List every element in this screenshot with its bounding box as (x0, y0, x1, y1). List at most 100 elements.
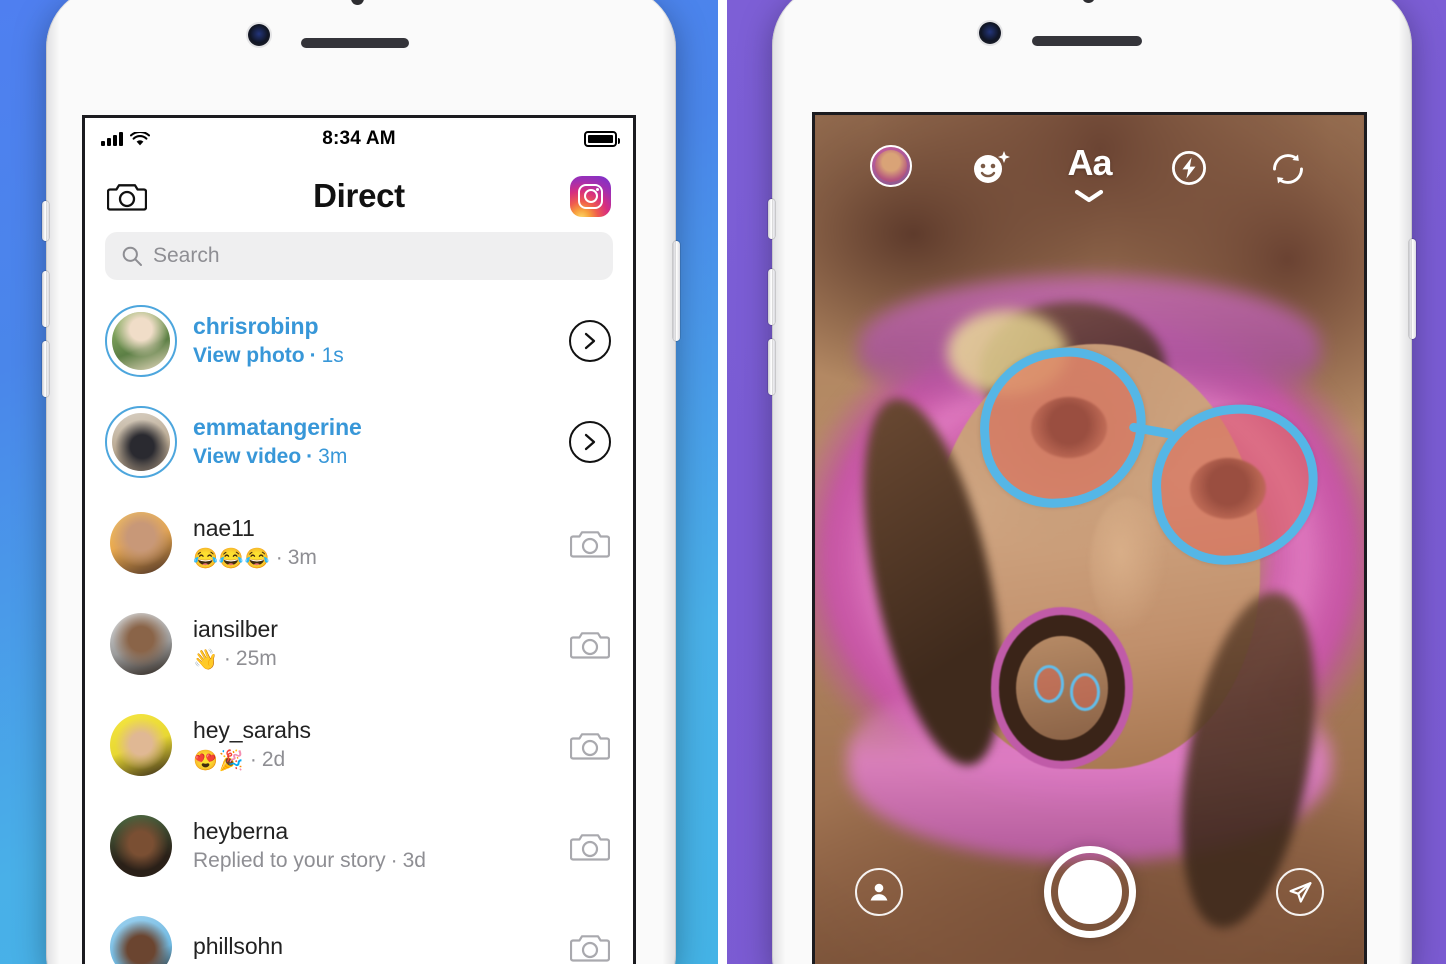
thread-timestamp: 25m (235, 647, 277, 670)
thread-list: chrisrobinp View photo · 1s emmatangerine Vie… (85, 290, 633, 964)
avatar-image (112, 412, 170, 471)
camera-icon[interactable] (567, 823, 613, 869)
camera-icon (570, 833, 610, 861)
thread-preview: 😂😂😂 · 3m (193, 546, 551, 571)
camera-icon (570, 631, 610, 659)
thread-separator: · (249, 748, 257, 771)
thread-preview-text: View photo (193, 344, 305, 367)
avatar[interactable] (105, 810, 177, 882)
thread-row[interactable]: chrisrobinp View photo · 1s (85, 290, 633, 391)
smiley-sparkle-icon (974, 151, 1011, 183)
thread-row[interactable]: iansilber 👋 · 25m (85, 593, 633, 694)
thread-row[interactable]: emmatangerine View video · 3m (85, 391, 633, 492)
chevron-right-circle-icon[interactable] (567, 318, 613, 364)
proximity-sensor-icon (1082, 0, 1095, 3)
person-icon (870, 883, 888, 901)
volume-down-button[interactable] (768, 339, 775, 395)
camera-bottom-controls (815, 846, 1364, 938)
avatar-image (110, 612, 172, 675)
page-title: Direct (313, 177, 405, 214)
search-container: Search (85, 232, 633, 290)
avatar-image (112, 311, 170, 370)
thread-preview: View photo · 1s (193, 344, 551, 368)
thread-text: nae11 😂😂😂 · 3m (193, 515, 551, 571)
battery-full-icon (584, 131, 620, 147)
thread-text: heyberna Replied to your story · 3d (193, 818, 551, 873)
earpiece-speaker (1032, 36, 1142, 46)
thread-username: iansilber (193, 615, 278, 642)
avatar[interactable] (105, 911, 177, 964)
viewfinder-vignette (815, 115, 1364, 964)
thread-emoji: 👋 (193, 648, 219, 671)
thread-timestamp: 2d (261, 748, 286, 771)
avatar[interactable] (105, 608, 177, 680)
search-icon (122, 246, 142, 266)
thread-emoji: 😂😂😂 (193, 547, 271, 570)
thread-row[interactable]: nae11 😂😂😂 · 3m (85, 492, 633, 593)
front-camera-icon (248, 24, 270, 46)
search-input[interactable]: Search (105, 232, 613, 280)
volume-up-button[interactable] (42, 271, 49, 327)
chevron-right-icon (584, 332, 596, 349)
thread-text: iansilber 👋 · 25m (193, 616, 551, 672)
power-button[interactable] (1409, 239, 1416, 339)
search-placeholder: Search (153, 244, 220, 267)
avatar[interactable] (105, 304, 177, 377)
paper-plane-icon (1289, 881, 1311, 903)
thread-separator: · (390, 849, 398, 872)
volume-down-button[interactable] (42, 341, 49, 397)
proximity-sensor-icon (351, 0, 364, 5)
thread-separator: · (275, 546, 283, 569)
camera-icon (570, 732, 610, 760)
thread-username: heyberna (193, 818, 289, 844)
thread-username: emmatangerine (193, 414, 362, 440)
camera-icon[interactable] (567, 924, 613, 964)
thread-username: hey_sarahs (193, 716, 311, 743)
thread-timestamp: 3d (402, 849, 426, 872)
avatar[interactable] (105, 507, 177, 579)
thread-row[interactable]: hey_sarahs 😍🎉 · 2d (85, 694, 633, 795)
chevron-right-circle-icon[interactable] (567, 419, 613, 465)
gallery-person-icon[interactable] (855, 868, 903, 916)
thread-separator: · (306, 445, 314, 468)
thread-username: phillsohn (193, 933, 283, 959)
flash-icon[interactable] (1158, 145, 1220, 191)
mute-switch-button[interactable] (768, 199, 775, 239)
thread-row[interactable]: phillsohn (85, 896, 633, 964)
camera-icon[interactable] (567, 722, 613, 768)
camera-capture-screen: Aa (815, 115, 1364, 964)
avatar[interactable] (105, 709, 177, 781)
front-camera-icon (979, 22, 1001, 44)
mute-switch-button[interactable] (42, 201, 49, 241)
avatar[interactable] (105, 405, 177, 478)
thread-preview-text: Replied to your story (193, 849, 386, 872)
avatar-image (110, 814, 172, 877)
face-effects-icon[interactable] (959, 145, 1021, 191)
avatar-image (110, 713, 172, 776)
shutter-button[interactable] (1043, 846, 1136, 938)
status-bar-right (584, 131, 620, 147)
chevron-down-icon (1075, 189, 1104, 203)
thread-timestamp: 3m (287, 546, 317, 569)
camera-viewfinder-preview (815, 115, 1364, 964)
thread-preview: 😍🎉 · 2d (193, 748, 551, 773)
thread-timestamp: 1s (321, 344, 344, 367)
avatar-image (110, 915, 172, 964)
profile-thumbnail[interactable] (860, 145, 922, 187)
chevron-right-icon (584, 433, 596, 450)
send-direct-icon[interactable] (1276, 868, 1324, 916)
camera-icon[interactable] (567, 621, 613, 667)
thread-preview: Replied to your story · 3d (193, 849, 551, 873)
camera-icon[interactable] (567, 520, 613, 566)
power-button[interactable] (673, 241, 680, 341)
panel-divider (718, 0, 727, 964)
camera-icon (570, 530, 610, 558)
status-bar-time: 8:34 AM (322, 128, 396, 149)
thread-timestamp: 3m (318, 445, 348, 468)
thread-separator: · (309, 344, 317, 367)
text-tool-icon[interactable]: Aa (1058, 145, 1120, 203)
flip-camera-icon[interactable] (1257, 145, 1319, 193)
thread-username: chrisrobinp (193, 313, 319, 339)
volume-up-button[interactable] (768, 269, 775, 325)
thread-row[interactable]: heyberna Replied to your story · 3d (85, 795, 633, 896)
